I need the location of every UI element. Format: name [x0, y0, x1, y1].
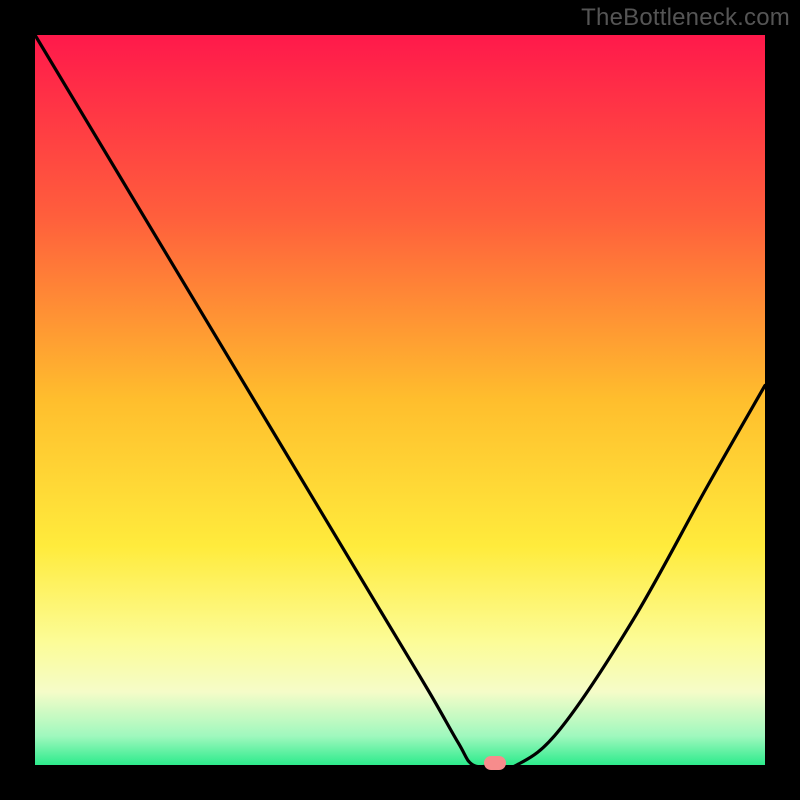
plot-area — [35, 35, 765, 765]
bottleneck-curve — [35, 35, 765, 765]
watermark-text: TheBottleneck.com — [581, 4, 790, 32]
chart-frame: TheBottleneck.com — [0, 0, 800, 800]
optimal-point-marker — [484, 756, 506, 770]
